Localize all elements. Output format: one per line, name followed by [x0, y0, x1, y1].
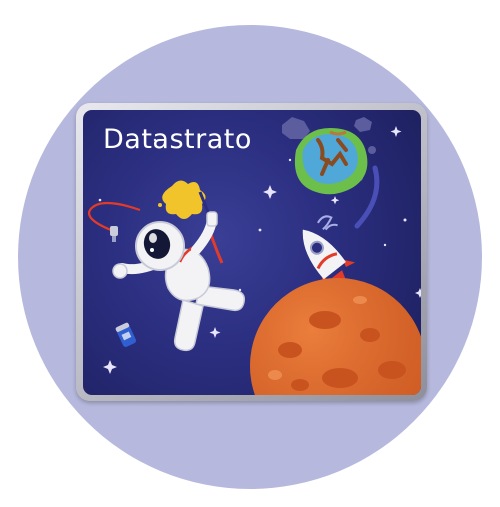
paint-splash-icon	[158, 180, 206, 219]
tether-clip-icon	[110, 226, 118, 242]
soda-can-icon	[115, 322, 137, 347]
illustration: Datastrato	[0, 0, 500, 507]
asteroid-icon	[282, 117, 376, 195]
brand-title: Datastrato	[103, 124, 252, 155]
planet-icon	[250, 278, 421, 395]
